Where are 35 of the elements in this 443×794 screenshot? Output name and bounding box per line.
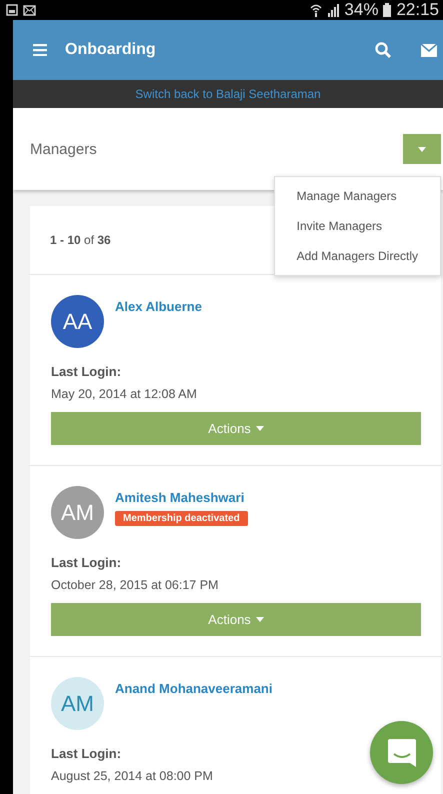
last-login-date: May 20, 2014 at 12:08 AM (51, 387, 198, 401)
last-login-date: August 25, 2014 at 08:00 PM (51, 769, 214, 783)
menu-icon[interactable] (33, 44, 47, 56)
envelope-icon[interactable] (421, 44, 437, 56)
caret-icon (418, 146, 426, 152)
battery-percent: 34% (344, 0, 378, 20)
search-icon[interactable] (375, 42, 391, 58)
chat-bubble-icon (386, 736, 418, 768)
caret-icon (256, 617, 264, 622)
actions-button[interactable]: Actions (51, 603, 421, 636)
page-title: Managers (30, 140, 97, 158)
manager-name[interactable]: Anand Mohanaveeramani (115, 681, 272, 696)
last-login-label: Last Login: (51, 364, 122, 379)
last-login-label: Last Login: (51, 555, 122, 570)
battery-icon (383, 3, 392, 17)
actions-button[interactable]: Actions (51, 412, 421, 445)
image-icon (6, 4, 18, 16)
last-login-date: October 28, 2015 at 06:17 PM (51, 578, 220, 592)
avatar: AM (51, 486, 104, 539)
menu-item[interactable]: Invite Managers (274, 211, 440, 241)
last-login-label: Last Login: (51, 746, 122, 761)
signal-icon (327, 4, 340, 16)
manager-name[interactable]: Alex Albuerne (115, 299, 202, 314)
avatar: AM (51, 677, 104, 730)
switch-back-link[interactable]: Switch back to Balaji Seetharaman (135, 87, 321, 101)
avatar: AA (51, 295, 104, 348)
caret-icon (256, 426, 264, 431)
wifi-icon (310, 4, 322, 16)
menu-item[interactable]: Add Managers Directly (274, 241, 440, 271)
clock-time: 22:15 (396, 0, 439, 20)
status-badge: Membership deactivated (115, 511, 248, 526)
mail-icon (23, 4, 36, 16)
menu-item[interactable]: Manage Managers (274, 181, 440, 211)
manager-name[interactable]: Amitesh Maheshwari (115, 490, 244, 505)
app-title: Onboarding (65, 41, 157, 59)
